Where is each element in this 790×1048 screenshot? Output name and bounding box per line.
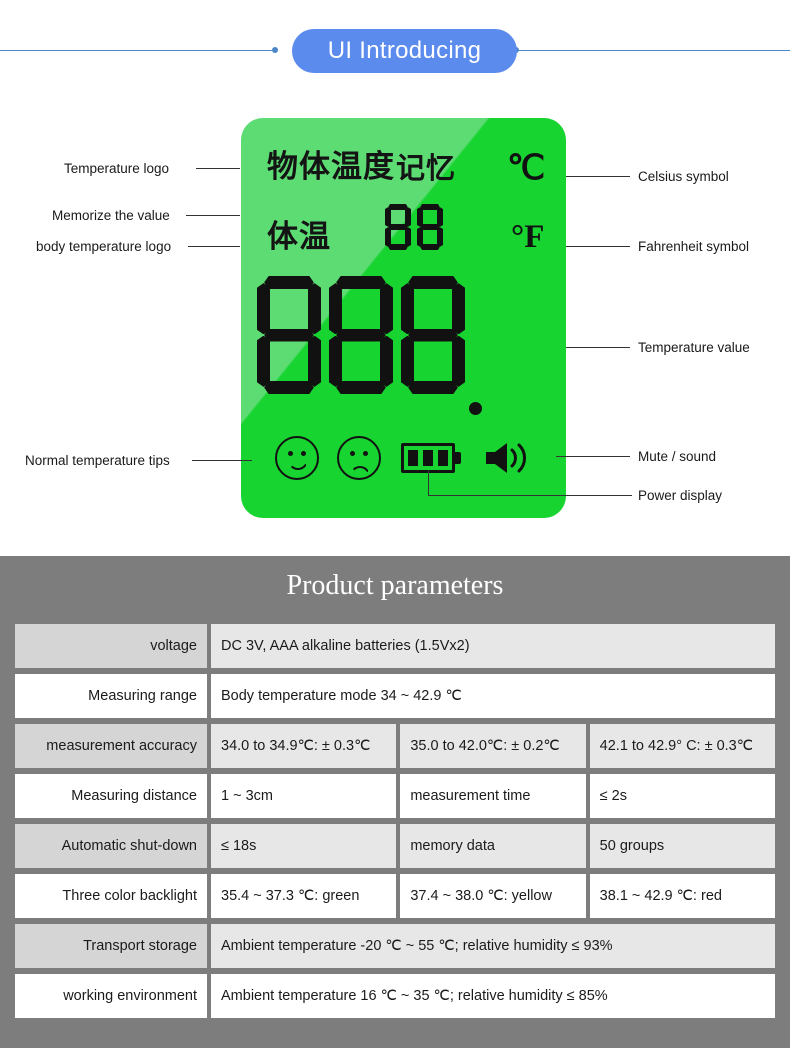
table-cell-value: 38.1 ~ 42.9 ℃: red bbox=[589, 874, 775, 918]
leader-power-display-vertical bbox=[428, 470, 429, 496]
product-parameters-section: Product parameters voltage DC 3V, AAA alk… bbox=[0, 556, 790, 1048]
leader-temperature-logo bbox=[196, 168, 240, 169]
banner-dot-left bbox=[272, 47, 278, 53]
table-row-label: Transport storage bbox=[15, 924, 207, 968]
table-cell-value: Ambient temperature 16 ℃ ~ 35 ℃; relativ… bbox=[211, 974, 775, 1018]
decimal-point bbox=[469, 402, 482, 415]
celsius-symbol: ℃ bbox=[507, 150, 546, 187]
callout-memorize-the-value: Memorize the value bbox=[52, 208, 170, 223]
table-row: Automatic shut-down ≤ 18s memory data 50 gr… bbox=[15, 824, 775, 868]
table-cell-value: memory data bbox=[400, 824, 586, 868]
table-cell-value: Ambient temperature -20 ℃ ~ 55 ℃; relati… bbox=[211, 924, 775, 968]
banner-rule-left bbox=[0, 50, 272, 51]
table-row-label: measurement accuracy bbox=[15, 724, 207, 768]
lcd-label-object-temperature: 物体温度 bbox=[267, 149, 395, 185]
battery-icon bbox=[401, 443, 461, 473]
product-parameters-table: voltage DC 3V, AAA alkaline batteries (1.… bbox=[11, 618, 779, 1024]
callout-power-display: Power display bbox=[638, 488, 723, 503]
table-cell-value: 42.1 to 42.9° C: ± 0.3℃ bbox=[589, 724, 775, 768]
table-cell-value: ≤ 2s bbox=[589, 774, 775, 818]
product-parameters-tbody: voltage DC 3V, AAA alkaline batteries (1.… bbox=[15, 624, 775, 1018]
speaker-icon bbox=[484, 441, 532, 480]
table-row: Measuring distance 1 ~ 3cm measurement tim… bbox=[15, 774, 775, 818]
table-cell-value: 35.4 ~ 37.3 ℃: green bbox=[211, 874, 397, 918]
leader-mute-sound bbox=[556, 456, 630, 457]
callout-fahrenheit-symbol: Fahrenheit symbol bbox=[638, 239, 750, 254]
table-cell-value: 34.0 to 34.9℃: ± 0.3℃ bbox=[211, 724, 397, 768]
table-row: voltage DC 3V, AAA alkaline batteries (1.… bbox=[15, 624, 775, 668]
table-cell-value: ≤ 18s bbox=[211, 824, 397, 868]
table-row-label: Measuring range bbox=[15, 674, 207, 718]
table-row-label: working environment bbox=[15, 974, 207, 1018]
leader-fahrenheit-symbol bbox=[566, 246, 630, 247]
leader-celsius-symbol bbox=[566, 176, 630, 177]
sad-face-icon bbox=[337, 436, 381, 480]
table-row-label: Three color backlight bbox=[15, 874, 207, 918]
lcd-display-panel: 物体温度 记忆 体温 ℃ °F bbox=[241, 118, 566, 518]
callout-normal-temperature-tips: Normal temperature tips bbox=[25, 453, 170, 468]
table-row-label: Automatic shut-down bbox=[15, 824, 207, 868]
section-header-banner: UI Introducing bbox=[0, 0, 790, 100]
callout-mute-sound: Mute / sound bbox=[638, 449, 717, 464]
table-row: measurement accuracy 34.0 to 34.9℃: ± 0.3… bbox=[15, 724, 775, 768]
table-cell-value: 35.0 to 42.0℃: ± 0.2℃ bbox=[400, 724, 586, 768]
lcd-label-memory: 记忆 bbox=[396, 151, 457, 185]
table-row-label: Measuring distance bbox=[15, 774, 207, 818]
table-row: Three color backlight 35.4 ~ 37.3 ℃: gree… bbox=[15, 874, 775, 918]
happy-face-icon bbox=[275, 436, 319, 480]
callout-celsius-symbol: Celsius symbol bbox=[638, 169, 729, 184]
leader-power-display-horizontal bbox=[428, 495, 632, 496]
table-cell-value: Body temperature mode 34 ~ 42.9 ℃ bbox=[211, 674, 775, 718]
callout-temperature-logo: Temperature logo bbox=[64, 161, 170, 176]
memory-value-digits bbox=[385, 204, 449, 255]
table-row: working environment Ambient temperature 1… bbox=[15, 974, 775, 1018]
fahrenheit-symbol: °F bbox=[511, 219, 545, 255]
table-cell-value: DC 3V, AAA alkaline batteries (1.5Vx2) bbox=[211, 624, 775, 668]
leader-temperature-value bbox=[566, 347, 630, 348]
table-cell-value: 37.4 ~ 38.0 ℃: yellow bbox=[400, 874, 586, 918]
banner-pill: UI Introducing bbox=[292, 29, 517, 73]
banner-title: UI Introducing bbox=[327, 37, 482, 64]
table-cell-value: 1 ~ 3cm bbox=[211, 774, 397, 818]
lcd-icon-row bbox=[241, 430, 566, 486]
callout-body-temperature-logo: body temperature logo bbox=[36, 239, 172, 254]
leader-memorize-the-value bbox=[186, 215, 240, 216]
table-row-label: voltage bbox=[15, 624, 207, 668]
callout-temperature-value: Temperature value bbox=[638, 340, 750, 355]
leader-body-temperature-logo bbox=[188, 246, 240, 247]
banner-rule-right bbox=[519, 50, 790, 51]
table-cell-value: measurement time bbox=[400, 774, 586, 818]
product-parameters-title: Product parameters bbox=[286, 570, 504, 601]
page-root: UI Introducing 物体温度 记忆 体温 ℃ °F Temperatu… bbox=[0, 0, 790, 1048]
lcd-label-body-temperature: 体温 bbox=[267, 219, 331, 255]
leader-normal-temperature-tips bbox=[192, 460, 252, 461]
table-row: Transport storage Ambient temperature -20… bbox=[15, 924, 775, 968]
table-row: Measuring range Body temperature mode 34 … bbox=[15, 674, 775, 718]
temperature-value-digits bbox=[257, 276, 473, 399]
table-cell-value: 50 groups bbox=[589, 824, 775, 868]
